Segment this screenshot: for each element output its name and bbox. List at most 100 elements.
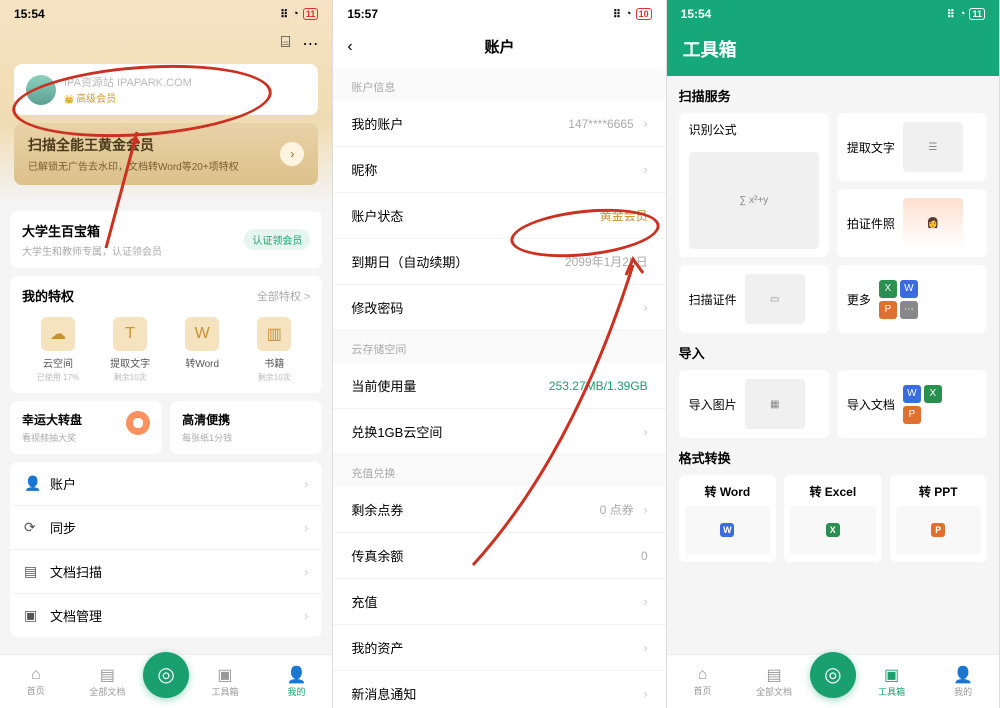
settings-row[interactable]: 我的资产 › [333, 625, 665, 671]
settings-row[interactable]: 修改密码 › [333, 285, 665, 331]
tile-to-ppt[interactable]: 转 PPT P [890, 475, 987, 562]
section-header: 云存储空间 [333, 331, 665, 363]
priv-label: 提取文字 [94, 355, 166, 370]
settings-row[interactable]: 到期日（自动续期） 2099年1月28日 [333, 239, 665, 285]
tile-formula[interactable]: 识别公式 ∑ x²+y [679, 113, 829, 257]
camera-button[interactable]: ◎ [810, 652, 856, 698]
formula-thumb: ∑ x²+y [689, 152, 819, 249]
priv-item[interactable]: ▥ 书籍 剩余10次 [238, 317, 310, 383]
word-icon: W [720, 523, 734, 537]
user-icon: 👤 [261, 665, 333, 685]
tab-my[interactable]: 👤我的 [261, 665, 333, 698]
list-row[interactable]: 👤 账户 › [10, 462, 322, 506]
user-badge: 高级会员 [64, 90, 192, 105]
list-row[interactable]: ▣ 文档管理 › [10, 594, 322, 637]
row-label: 我的账户 [351, 114, 403, 133]
tile-import-doc[interactable]: 导入文档 WXP [837, 370, 987, 438]
gold-title: 扫描全能王黄金会员 [28, 135, 239, 155]
wheel-icon [126, 411, 150, 435]
home-icon: ⌂ [0, 666, 72, 684]
chevron-right-icon: › [280, 142, 304, 166]
page-title: 工具箱 [667, 28, 999, 76]
row-label: 账户 [50, 474, 76, 493]
row-icon: 👤 [24, 475, 40, 492]
row-label: 修改密码 [351, 298, 403, 317]
settings-row[interactable]: 剩余点券 0 点券 › [333, 487, 665, 533]
tab-tools[interactable]: ▣工具箱 [856, 665, 928, 698]
priv-sub: 剩余10次 [238, 372, 310, 383]
avatar [26, 75, 56, 105]
priv-label: 云空间 [22, 355, 94, 370]
tools-icon: ▣ [189, 665, 261, 685]
tile-scan-id[interactable]: 扫描证件 ▭ [679, 265, 829, 333]
phone-2-account-page: 15:57 ⠿◔10 ‹ 账户 账户信息 我的账户 147****6665 › … [333, 0, 666, 708]
lucky-wheel-card[interactable]: 幸运大转盘 看视频抽大奖 [10, 401, 162, 454]
tab-docs[interactable]: ▤全部文档 [72, 665, 144, 698]
row-label: 我的资产 [351, 638, 403, 657]
tile-import-image[interactable]: 导入图片 ▦ [679, 370, 829, 438]
tile-extract-text[interactable]: 提取文字 ☰ [837, 113, 987, 181]
settings-row[interactable]: 当前使用量 253.27MB/1.39GB [333, 363, 665, 409]
tab-home[interactable]: ⌂首页 [0, 666, 72, 697]
priv-item[interactable]: ☁ 云空间 已使用 17% [22, 317, 94, 383]
tab-home[interactable]: ⌂首页 [667, 666, 739, 697]
settings-row[interactable]: 新消息通知 › [333, 671, 665, 708]
message-icon[interactable]: ⋯ [302, 34, 318, 54]
priv-item[interactable]: W 转Word [166, 317, 238, 383]
row-label: 同步 [50, 518, 76, 537]
settings-row[interactable]: 我的账户 147****6665 › [333, 101, 665, 147]
tab-docs[interactable]: ▤全部文档 [738, 665, 810, 698]
privileges-card: 我的特权 全部特权 > ☁ 云空间 已使用 17% T 提取文字 剩余10次 W… [10, 276, 322, 393]
row-label: 昵称 [351, 160, 377, 179]
verify-pill[interactable]: 认证领会员 [244, 229, 310, 250]
clock: 15:57 [347, 7, 378, 21]
tile-id-photo[interactable]: 拍证件照 👩 [837, 189, 987, 257]
scan-icon[interactable]: ⌸ [281, 34, 291, 54]
row-label: 新消息通知 [351, 684, 416, 703]
row-value: 0 [641, 549, 648, 563]
settings-row[interactable]: 账户状态 黄金会员 [333, 193, 665, 239]
chevron-right-icon: › [643, 116, 647, 131]
row-label: 传真余额 [351, 546, 403, 565]
ppt-icon: P [931, 523, 945, 537]
priv-item[interactable]: T 提取文字 剩余10次 [94, 317, 166, 383]
more-icons: XW P⋯ [879, 280, 923, 319]
chevron-right-icon: › [643, 162, 647, 177]
privs-more[interactable]: 全部特权 > [257, 288, 310, 304]
baibao-card[interactable]: 大学生百宝箱 大学生和教师专属，认证领会员 认证领会员 [10, 211, 322, 268]
list-row[interactable]: ▤ 文档扫描 › [10, 550, 322, 594]
text-thumb: ☰ [903, 122, 963, 172]
doc-icons: WXP [903, 385, 947, 424]
row-value: 253.27MB/1.39GB [549, 379, 648, 393]
priv-sub: 已使用 17% [22, 372, 94, 383]
settings-row[interactable]: 兑换1GB云空间 › [333, 409, 665, 455]
row-value: 黄金会员 [600, 209, 648, 223]
gold-member-banner[interactable]: 扫描全能王黄金会员 已解锁无广告去水印，文档转Word等20+项特权 › [14, 123, 318, 185]
docs-icon: ▤ [72, 665, 144, 685]
back-button[interactable]: ‹ [347, 38, 352, 56]
user-icon: 👤 [927, 665, 999, 685]
settings-row[interactable]: 传真余额 0 [333, 533, 665, 579]
row-value: 0 点券 [600, 503, 634, 517]
row-icon: ⟳ [24, 519, 40, 536]
tile-to-word[interactable]: 转 Word W [679, 475, 776, 562]
chevron-right-icon: › [304, 476, 308, 491]
hd-portable-card[interactable]: 高清便携 每张纸1分钱 [170, 401, 322, 454]
row-label: 文档管理 [50, 606, 102, 625]
tab-my[interactable]: 👤我的 [927, 665, 999, 698]
tile-more[interactable]: 更多 XW P⋯ [837, 265, 987, 333]
tab-tools[interactable]: ▣工具箱 [189, 665, 261, 698]
camera-icon: ◎ [824, 662, 841, 687]
settings-row[interactable]: 昵称 › [333, 147, 665, 193]
camera-button[interactable]: ◎ [143, 652, 189, 698]
priv-icon: W [185, 317, 219, 351]
list-row[interactable]: ⟳ 同步 › [10, 506, 322, 550]
tile-to-excel[interactable]: 转 Excel X [784, 475, 881, 562]
signal-icon: ⠿ [280, 8, 288, 21]
idcard-thumb: ▭ [745, 274, 805, 324]
user-card[interactable]: IPA资源站 IPAPARK.COM 高级会员 [14, 64, 318, 115]
section-scan-header: 扫描服务 [679, 86, 987, 105]
row-label: 当前使用量 [351, 376, 416, 395]
settings-row[interactable]: 充值 › [333, 579, 665, 625]
idphoto-thumb: 👩 [903, 198, 963, 248]
